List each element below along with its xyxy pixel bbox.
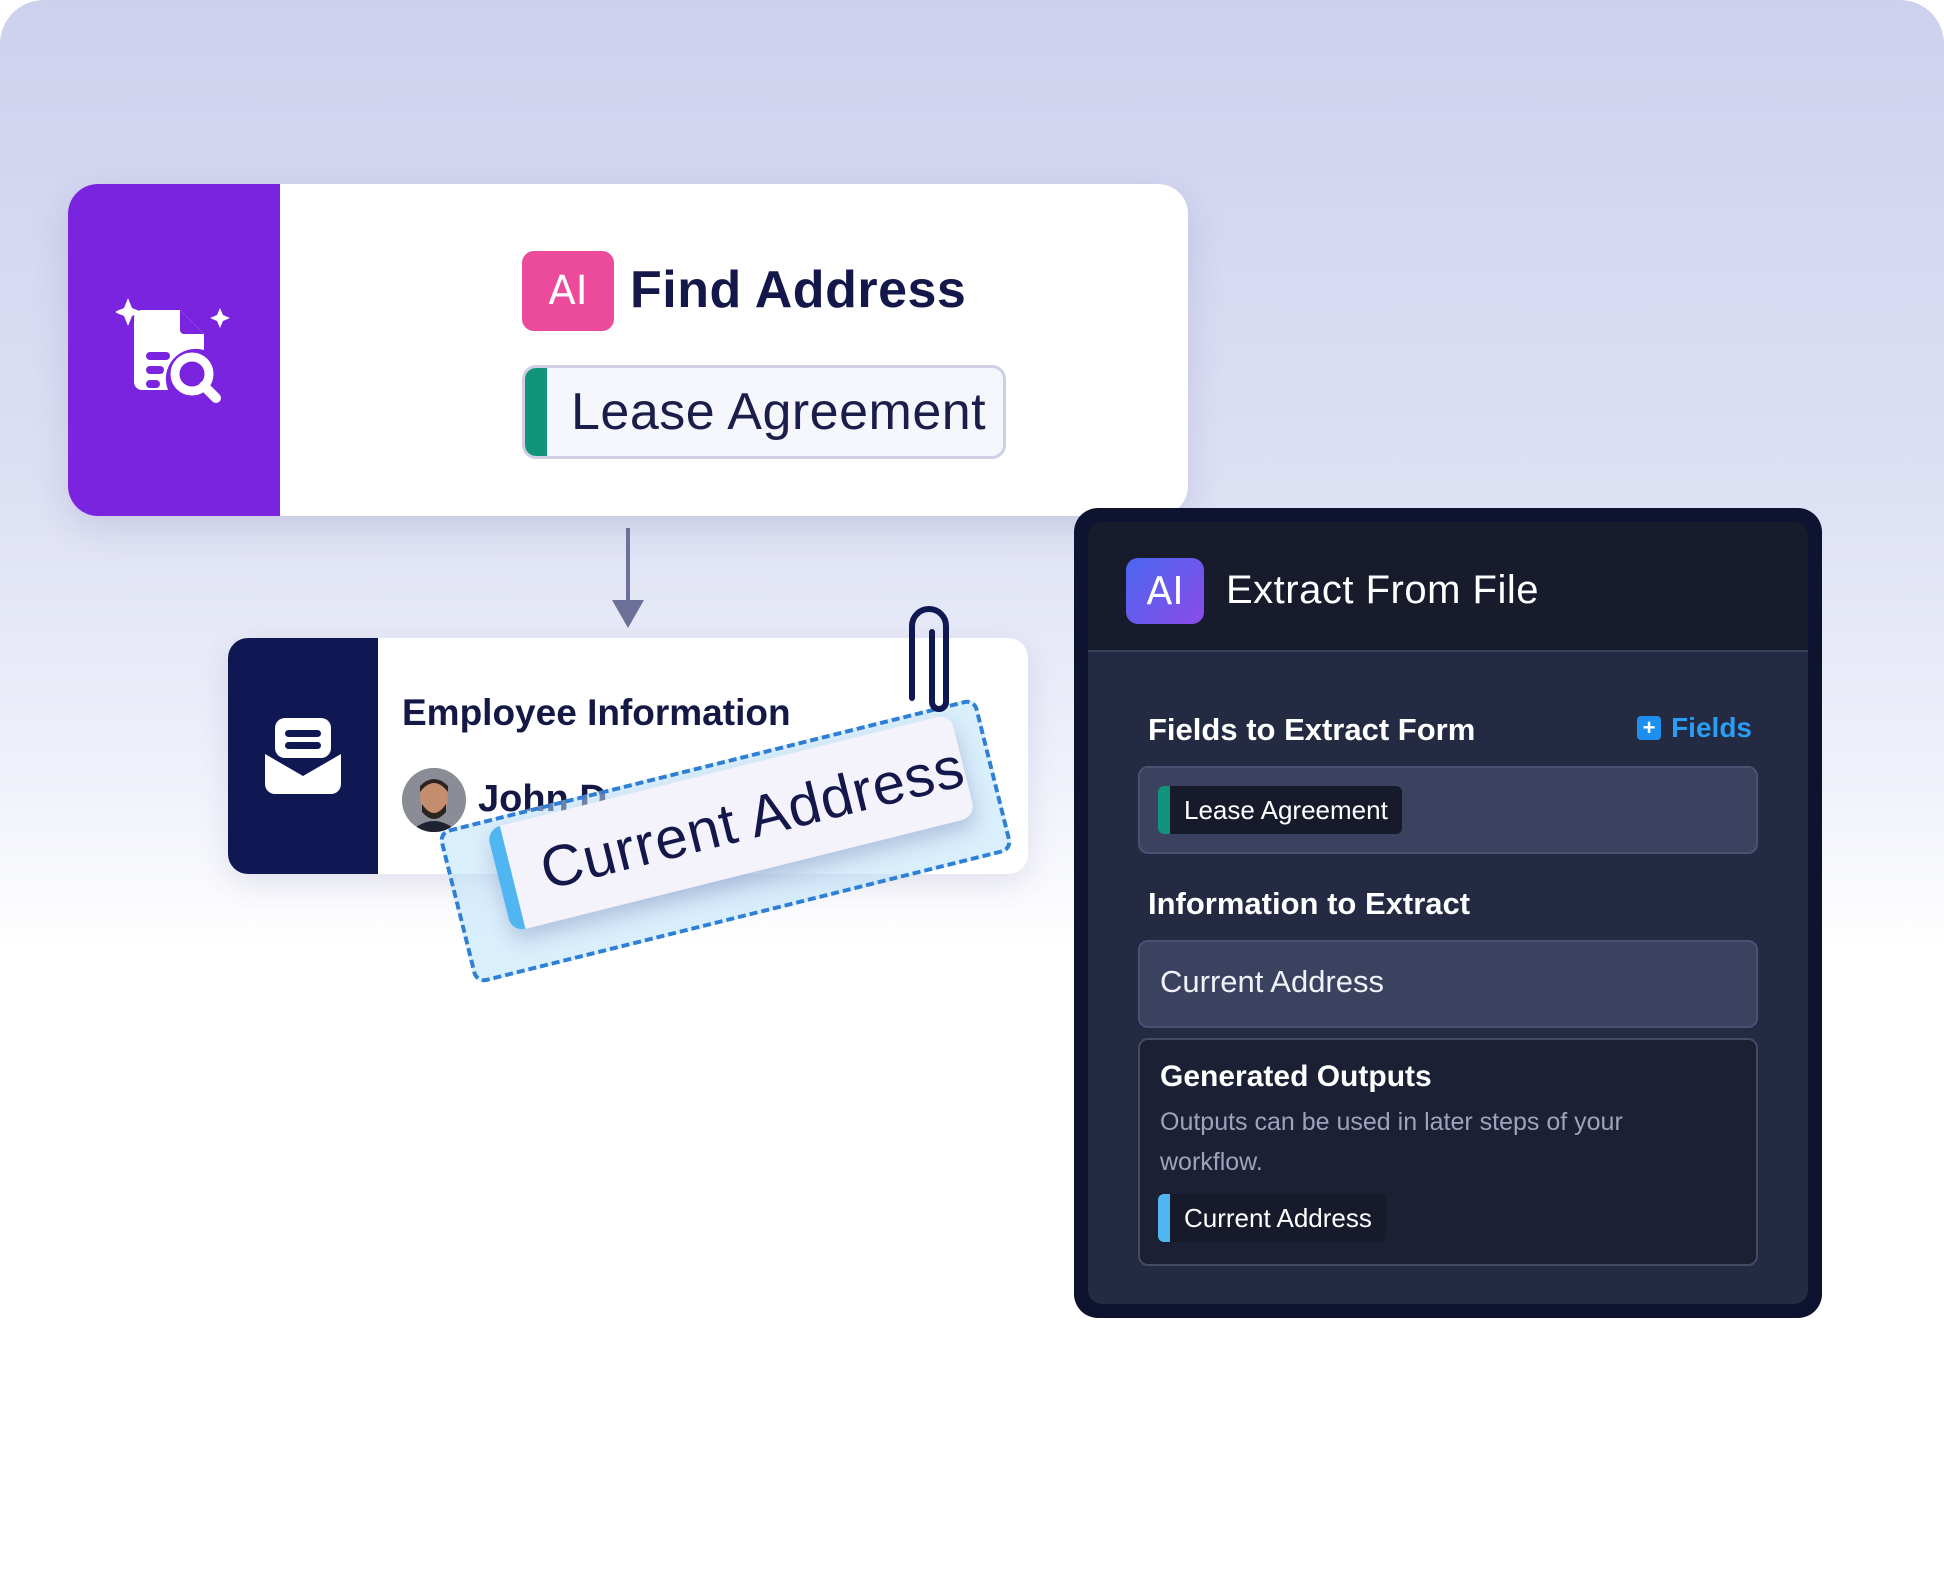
extract-panel-inner: AI Extract From File Fields to Extract F… <box>1088 522 1808 1304</box>
plus-icon: + <box>1637 716 1662 740</box>
panel-title: Extract From File <box>1226 568 1539 612</box>
fields-chip-label: Lease Agreement <box>1184 794 1388 825</box>
fields-chip[interactable]: Lease Agreement <box>1158 786 1402 834</box>
employee-icon-panel <box>228 638 378 874</box>
output-chip[interactable]: Current Address <box>1158 1194 1386 1242</box>
chip-color-bar <box>1158 786 1170 834</box>
down-arrow-icon <box>612 528 644 628</box>
fields-input[interactable]: Lease Agreement <box>1138 766 1758 854</box>
output-chip-label: Current Address <box>1184 1202 1372 1233</box>
find-card-body: AI Find Address Lease Agreement <box>280 184 1188 516</box>
ai-badge: AI <box>522 251 614 331</box>
paperclip-icon <box>909 606 949 712</box>
panel-header: AI Extract From File <box>1088 522 1808 652</box>
extract-from-file-panel: AI Extract From File Fields to Extract F… <box>1074 508 1822 1318</box>
fields-section-label: Fields to Extract Form <box>1148 712 1476 747</box>
information-input-value: Current Address <box>1160 964 1384 999</box>
outputs-title: Generated Outputs <box>1160 1060 1432 1093</box>
lease-agreement-chip[interactable]: Lease Agreement <box>522 365 1006 459</box>
employee-card-title: Employee Information <box>402 692 791 733</box>
info-section-label: Information to Extract <box>1148 886 1471 921</box>
chip-color-bar <box>525 368 547 456</box>
find-address-step-card[interactable]: AI Find Address Lease Agreement <box>68 184 1188 516</box>
outputs-description: Outputs can be used in later steps of yo… <box>1160 1108 1623 1176</box>
avatar <box>402 768 466 832</box>
chip-color-bar <box>1158 1194 1170 1242</box>
find-icon-panel <box>68 184 280 516</box>
envelope-open-icon <box>265 718 341 794</box>
add-fields-button[interactable]: + Fields <box>1637 712 1752 744</box>
chip-label: Lease Agreement <box>571 383 987 441</box>
generated-outputs-box: Generated Outputs Outputs can be used in… <box>1138 1038 1758 1266</box>
add-fields-label: Fields <box>1671 712 1752 743</box>
ai-badge: AI <box>1126 558 1204 624</box>
document-search-sparkle-icon <box>116 298 230 403</box>
step-title: Find Address <box>630 261 967 319</box>
information-input[interactable]: Current Address <box>1138 940 1758 1028</box>
